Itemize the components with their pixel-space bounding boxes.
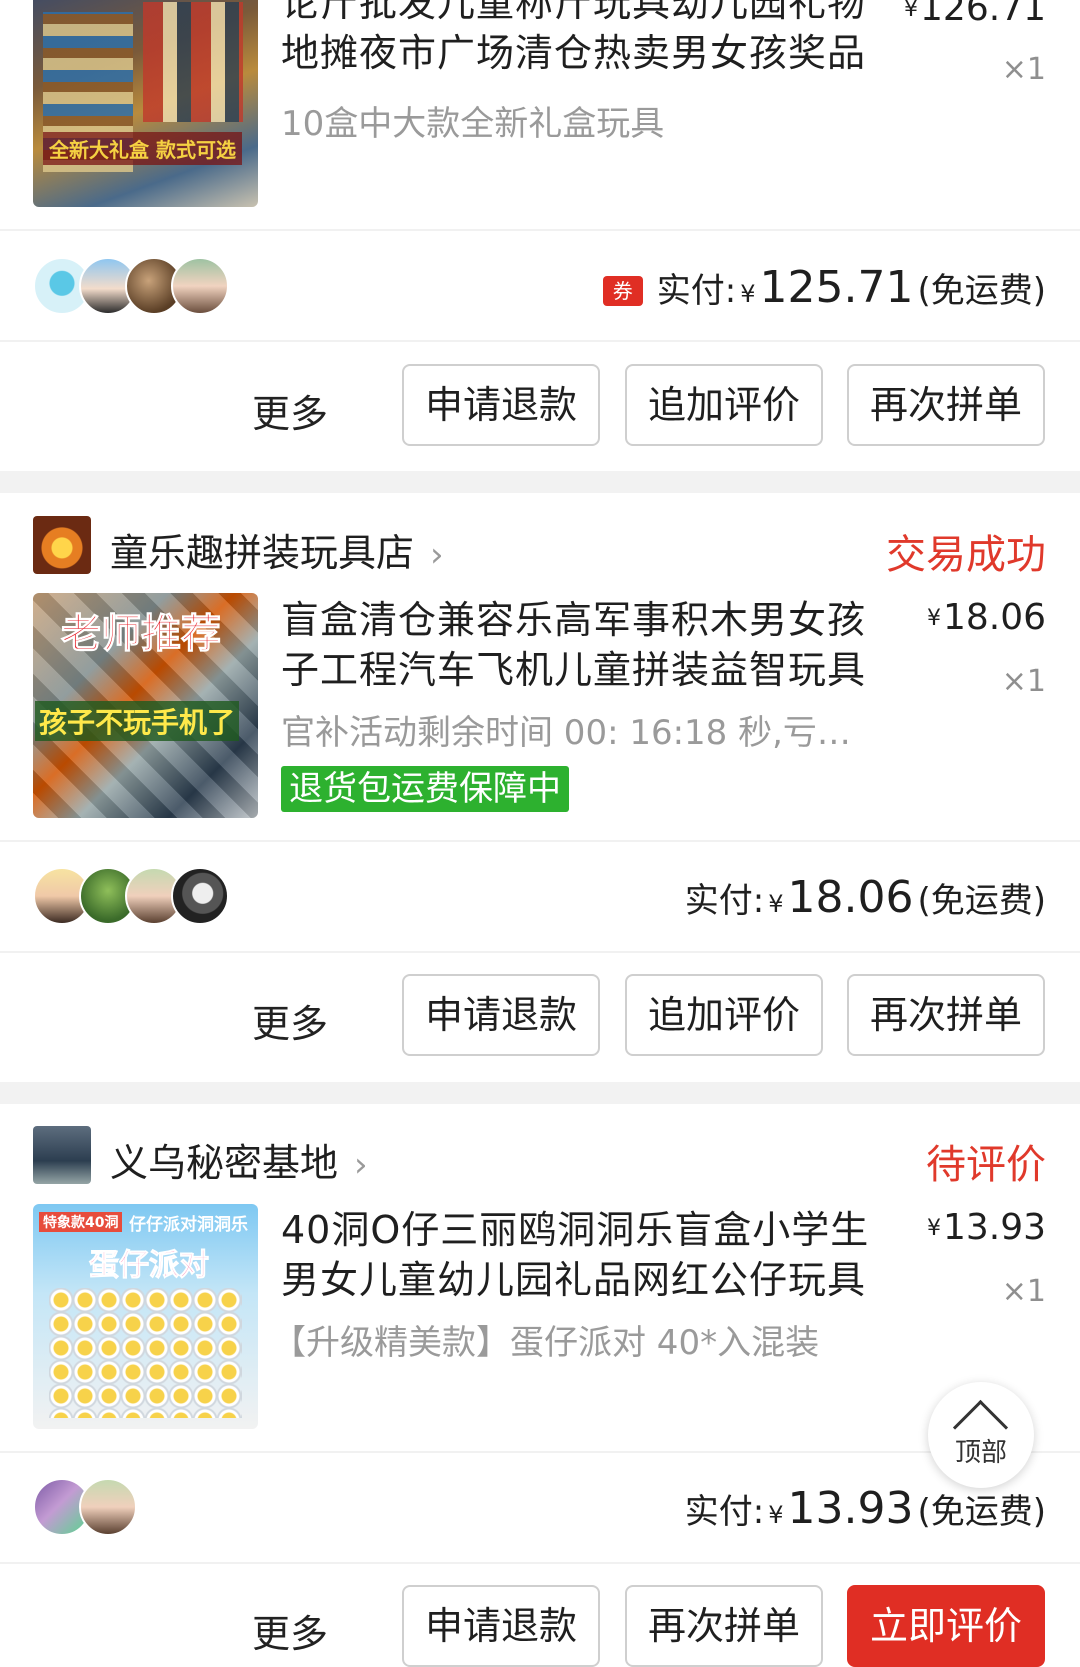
product-title[interactable]: 40洞O仔三丽鸥洞洞乐盲盒小学生男女儿童幼儿园礼品网红公仔玩具 xyxy=(281,1205,881,1305)
coupon-icon: 券 xyxy=(602,276,643,306)
currency-symbol: ¥ xyxy=(768,890,784,918)
product-price: ¥18.06 xyxy=(926,597,1046,638)
rebuy-button[interactable]: 再次拼单 xyxy=(847,364,1045,446)
product-spec: 10盒中大款全新礼盒玩具 xyxy=(281,104,665,144)
return-shipping-tag: 退货包运费保障中 xyxy=(281,766,569,812)
rebuy-button[interactable]: 再次拼单 xyxy=(847,974,1045,1056)
currency-symbol: ¥ xyxy=(768,1501,784,1529)
chevron-right-icon: › xyxy=(430,535,444,575)
refund-button[interactable]: 申请退款 xyxy=(402,974,600,1056)
paid-amount: 18.06 xyxy=(787,872,914,923)
paid-amount-row: 实付: ¥ 13.93 (免运费) xyxy=(685,1483,1046,1534)
back-to-top-button[interactable]: 顶部 xyxy=(928,1382,1034,1488)
product-image-caption: 特象款40洞 xyxy=(39,1212,123,1232)
product-quantity: ×1 xyxy=(1001,52,1046,87)
avatar xyxy=(171,257,229,315)
paid-amount-row: 实付: ¥ 18.06 (免运费) xyxy=(685,872,1046,923)
shop-name-text: 童乐趣拼装玩具店 xyxy=(110,531,415,575)
back-to-top-label: 顶部 xyxy=(954,1438,1007,1468)
product-quantity: ×1 xyxy=(1001,664,1046,699)
product-image[interactable]: 老师推荐 孩子不玩手机了 xyxy=(33,593,258,818)
shop-name[interactable]: 义乌秘密基地 › xyxy=(110,1132,368,1187)
shipping-note: (免运费) xyxy=(917,1492,1046,1532)
product-price: ¥13.93 xyxy=(926,1207,1046,1248)
product-price: ¥126.71 xyxy=(904,0,1046,29)
product-image-caption: 仔仔派对洞洞乐 xyxy=(129,1215,248,1235)
product-title[interactable]: 盲盒清仓兼容乐高军事积木男女孩子工程汽车飞机儿童拼装益智玩具 xyxy=(281,595,881,695)
shop-name[interactable]: 童乐趣拼装玩具店 › xyxy=(110,522,444,577)
rebuy-button[interactable]: 再次拼单 xyxy=(625,1585,823,1667)
avatar xyxy=(171,867,229,925)
review-now-button[interactable]: 立即评价 xyxy=(847,1585,1045,1667)
product-image-caption: 老师推荐 xyxy=(61,611,222,658)
currency-symbol: ¥ xyxy=(740,280,756,308)
order-status: 交易成功 xyxy=(886,532,1046,578)
chevron-right-icon: › xyxy=(354,1145,368,1185)
product-spec: 【升级精美款】蛋仔派对 40*入混装 xyxy=(272,1323,820,1363)
product-spec: 官补活动剩余时间 00: 16:18 秒,亏… xyxy=(281,713,851,753)
product-image-caption: 孩子不玩手机了 xyxy=(35,701,240,741)
add-review-button[interactable]: 追加评价 xyxy=(625,364,823,446)
paid-amount: 125.71 xyxy=(759,262,914,313)
more-button[interactable]: 更多 xyxy=(252,1603,328,1658)
paid-label: 实付: xyxy=(684,881,765,921)
paid-amount: 13.93 xyxy=(787,1483,914,1534)
shipping-note: (免运费) xyxy=(917,881,1046,921)
product-title[interactable]: 论斤批发儿童称斤玩具幼儿园礼物地摊夜市广场清仓热卖男女孩奖品 xyxy=(281,0,881,78)
avatar xyxy=(79,1478,137,1536)
shop-name-text: 义乌秘密基地 xyxy=(110,1141,339,1185)
shop-logo[interactable] xyxy=(33,516,91,574)
refund-button[interactable]: 申请退款 xyxy=(402,364,600,446)
product-image[interactable]: 特象款40洞 仔仔派对洞洞乐 蛋仔派对 xyxy=(33,1204,258,1429)
product-quantity: ×1 xyxy=(1001,1274,1046,1309)
add-review-button[interactable]: 追加评价 xyxy=(625,974,823,1056)
shipping-note: (免运费) xyxy=(917,271,1046,311)
paid-amount-row: 券 实付: ¥ 125.71 (免运费) xyxy=(602,262,1046,313)
paid-label: 实付: xyxy=(656,271,737,311)
more-button[interactable]: 更多 xyxy=(252,383,328,438)
product-image-caption: 蛋仔派对 xyxy=(89,1248,210,1284)
product-image[interactable]: 全新大礼盒 款式可选 xyxy=(33,0,258,207)
order-status: 待评价 xyxy=(926,1142,1046,1188)
product-image-caption: 全新大礼盒 款式可选 xyxy=(43,132,242,165)
more-button[interactable]: 更多 xyxy=(252,993,328,1048)
shop-logo[interactable] xyxy=(33,1126,91,1184)
paid-label: 实付: xyxy=(684,1492,765,1532)
refund-button[interactable]: 申请退款 xyxy=(402,1585,600,1667)
